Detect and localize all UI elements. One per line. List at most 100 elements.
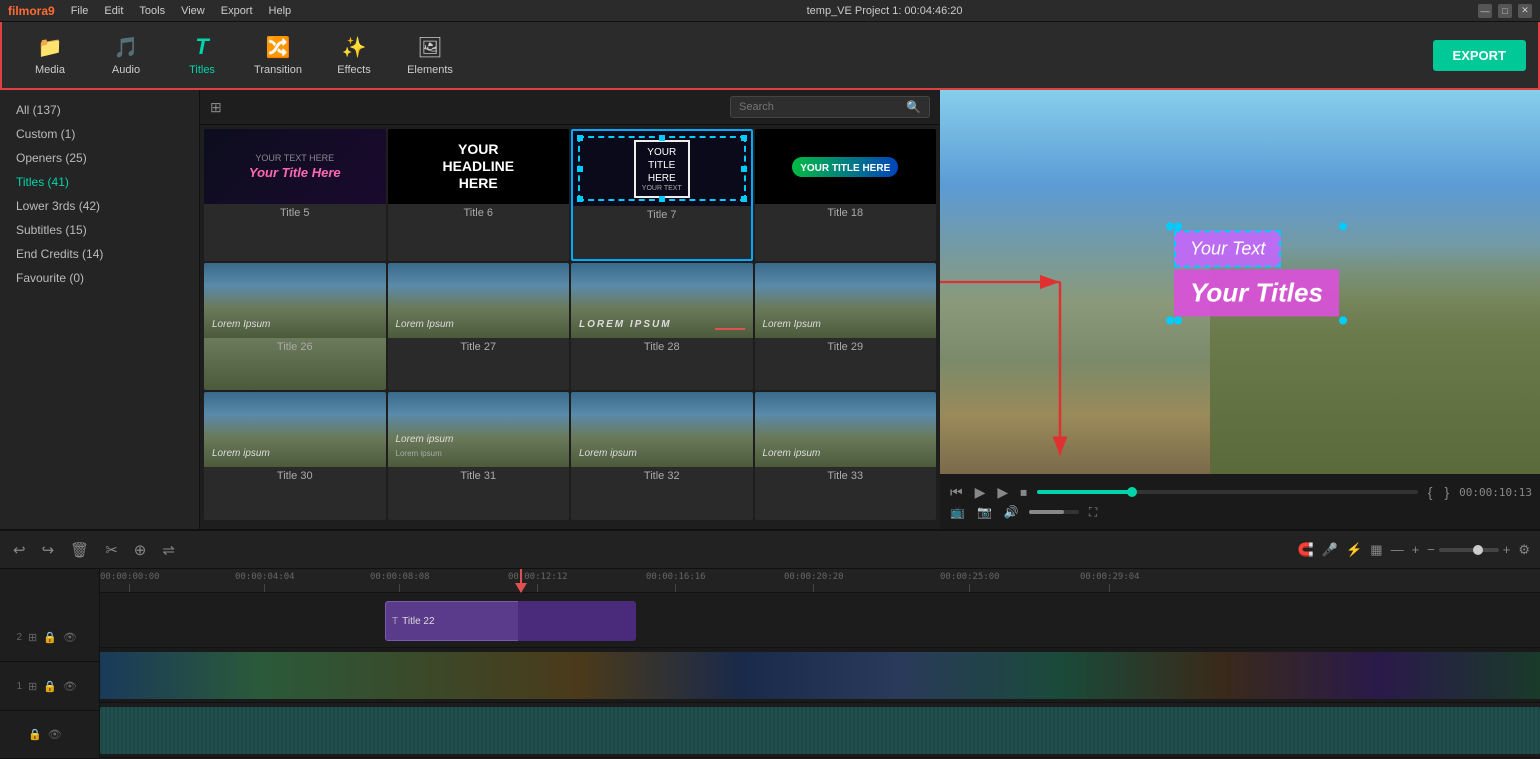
ruler-mark-5: 00:00:20:20	[784, 569, 844, 592]
add-marker-button[interactable]: ⊕	[131, 538, 150, 562]
titles-label: Titles	[189, 64, 215, 76]
tool-titles[interactable]: T Titles	[166, 25, 238, 85]
menu-file[interactable]: File	[71, 5, 89, 17]
ruler-mark-4: 00:00:16:16	[646, 569, 706, 592]
play-prev-frame-button[interactable]: ▶	[973, 482, 988, 503]
menu-edit[interactable]: Edit	[104, 5, 123, 17]
sidebar-item-all[interactable]: All (137)	[0, 98, 199, 122]
audio-eye-icon[interactable]: 👁	[48, 728, 62, 741]
ruler-mark-6: 00:00:25:00	[940, 569, 1000, 592]
tool-transition[interactable]: 🔀 Transition	[242, 25, 314, 85]
maximize-button[interactable]: □	[1498, 4, 1512, 18]
zoom-plus[interactable]: +	[1503, 542, 1511, 557]
stop-button[interactable]: ⏹	[1018, 482, 1029, 503]
playhead[interactable]	[520, 569, 522, 592]
sidebar-item-titles[interactable]: Titles (41)	[0, 170, 199, 194]
play-button[interactable]: ▶	[995, 482, 1010, 503]
title-card-27[interactable]: Lorem Ipsum Title 27	[388, 263, 570, 391]
title-clip[interactable]: T Title 22	[385, 601, 537, 641]
menu-view[interactable]: View	[181, 5, 205, 17]
title26-label: Title 26	[204, 338, 386, 356]
settings-button[interactable]: ⚙	[1518, 542, 1530, 558]
tool-media[interactable]: 📁 Media	[14, 25, 86, 85]
volume-bar[interactable]	[1029, 510, 1079, 514]
title-card-28[interactable]: LOREM IPSUM Title 28	[571, 263, 753, 391]
track2-num: 2	[8, 632, 22, 643]
title-card-32[interactable]: Lorem ipsum Title 32	[571, 392, 753, 520]
cut-button[interactable]: ✂	[102, 538, 121, 562]
transition-icon: 🔀	[266, 35, 291, 60]
title27-label: Title 27	[388, 338, 570, 356]
title-card-31[interactable]: Lorem ipsum Lorem ipsum Title 31	[388, 392, 570, 520]
title-card-33[interactable]: Lorem ipsum Title 33	[755, 392, 937, 520]
title-card-30[interactable]: Lorem ipsum Title 30	[204, 392, 386, 520]
search-input[interactable]	[739, 101, 902, 113]
go-to-start-button[interactable]: ⏮	[948, 482, 965, 503]
audio-detach-button[interactable]: ⇌	[159, 538, 178, 562]
titles-icon: T	[195, 34, 208, 60]
export-button[interactable]: EXPORT	[1433, 40, 1526, 71]
add-button[interactable]: +	[1412, 542, 1420, 557]
sidebar: All (137) Custom (1) Openers (25) Titles…	[0, 90, 200, 529]
grid-view-icon[interactable]: ⊞	[210, 99, 222, 116]
zoom-minus[interactable]: −	[1427, 542, 1435, 557]
timeline-right-tools: 🧲 🎤 ⚡ ▦ — + − + ⚙	[1298, 542, 1530, 558]
title18-label: Title 18	[755, 204, 937, 222]
tool-audio[interactable]: 🎵 Audio	[90, 25, 162, 85]
audio-lock-icon[interactable]: 🔒	[28, 728, 42, 741]
title29-label: Title 29	[755, 338, 937, 356]
sidebar-item-subtitles[interactable]: Subtitles (15)	[0, 218, 199, 242]
ruler-mark-2: 00:00:08:08	[370, 569, 430, 592]
close-button[interactable]: ✕	[1518, 4, 1532, 18]
mosaic-button[interactable]: ▦	[1370, 542, 1382, 558]
timeline-tracks: 00:00:00:00 00:00:04:04 00:00:08:08 00:0…	[100, 569, 1540, 759]
video-track	[100, 652, 1540, 699]
menu-tools[interactable]: Tools	[139, 5, 165, 17]
sidebar-item-endcredits[interactable]: End Credits (14)	[0, 242, 199, 266]
sidebar-item-lower3rds[interactable]: Lower 3rds (42)	[0, 194, 199, 218]
zoom-slider[interactable]	[1439, 548, 1499, 552]
minimize-button[interactable]: —	[1478, 4, 1492, 18]
minus-button[interactable]: —	[1391, 542, 1404, 557]
sidebar-item-openers[interactable]: Openers (25)	[0, 146, 199, 170]
title-card-26[interactable]: Lorem Ipsum Title 26	[204, 263, 386, 391]
sidebar-item-favourite[interactable]: Favourite (0)	[0, 266, 199, 290]
elements-icon: 🖼	[417, 35, 442, 60]
title-card-29[interactable]: Lorem Ipsum Title 29	[755, 263, 937, 391]
progress-bar[interactable]	[1037, 490, 1418, 494]
track1-add-icon[interactable]: ⊞	[28, 680, 37, 693]
track1-lock-icon[interactable]: 🔒	[43, 680, 57, 693]
menu-export[interactable]: Export	[221, 5, 253, 17]
title33-label: Title 33	[755, 467, 937, 485]
media-label: Media	[35, 64, 65, 76]
search-icon: 🔍	[906, 100, 921, 114]
volume-button[interactable]: 🔊	[1002, 503, 1021, 521]
tool-elements[interactable]: 🖼 Elements	[394, 25, 466, 85]
preview-title-bottom: Your Titles	[1174, 269, 1339, 316]
title-clip-icon: T	[392, 616, 398, 627]
mic-button[interactable]: 🎤	[1322, 542, 1338, 558]
screen-size-button[interactable]: 📺	[948, 503, 967, 521]
split-audio-button[interactable]: ⚡	[1346, 542, 1362, 558]
title-card-18[interactable]: YOUR TITLE HERE Title 18	[755, 129, 937, 261]
title-card-6[interactable]: YOURHEADLINEHERE Title 6	[388, 129, 570, 261]
tool-effects[interactable]: ✨ Effects	[318, 25, 390, 85]
delete-button[interactable]: 🗑	[67, 538, 92, 562]
fullscreen-button[interactable]: ⛶	[1087, 503, 1099, 522]
title-card-5[interactable]: YOUR TEXT HERE Your Title Here Title 5	[204, 129, 386, 261]
video-segment[interactable]	[100, 652, 1540, 699]
undo-button[interactable]: ↩	[10, 538, 29, 562]
track2-add-icon[interactable]: ⊞	[28, 631, 37, 644]
track2-lock-icon[interactable]: 🔒	[43, 631, 57, 644]
magnet-button[interactable]: 🧲	[1298, 542, 1314, 558]
snapshot-button[interactable]: 📷	[975, 503, 994, 521]
title-card-7[interactable]: YOURTITLEHERE YOUR TEXT Title 7	[571, 129, 753, 261]
redo-button[interactable]: ↪	[39, 538, 58, 562]
track2-eye-icon[interactable]: 👁	[63, 631, 77, 644]
search-box: 🔍	[730, 96, 930, 118]
menu-help[interactable]: Help	[269, 5, 292, 17]
title28-label: Title 28	[571, 338, 753, 356]
track1-eye-icon[interactable]: 👁	[63, 680, 77, 693]
sidebar-item-custom[interactable]: Custom (1)	[0, 122, 199, 146]
timeline: ↩ ↪ 🗑 ✂ ⊕ ⇌ 🧲 🎤 ⚡ ▦ — + − + ⚙	[0, 529, 1540, 759]
